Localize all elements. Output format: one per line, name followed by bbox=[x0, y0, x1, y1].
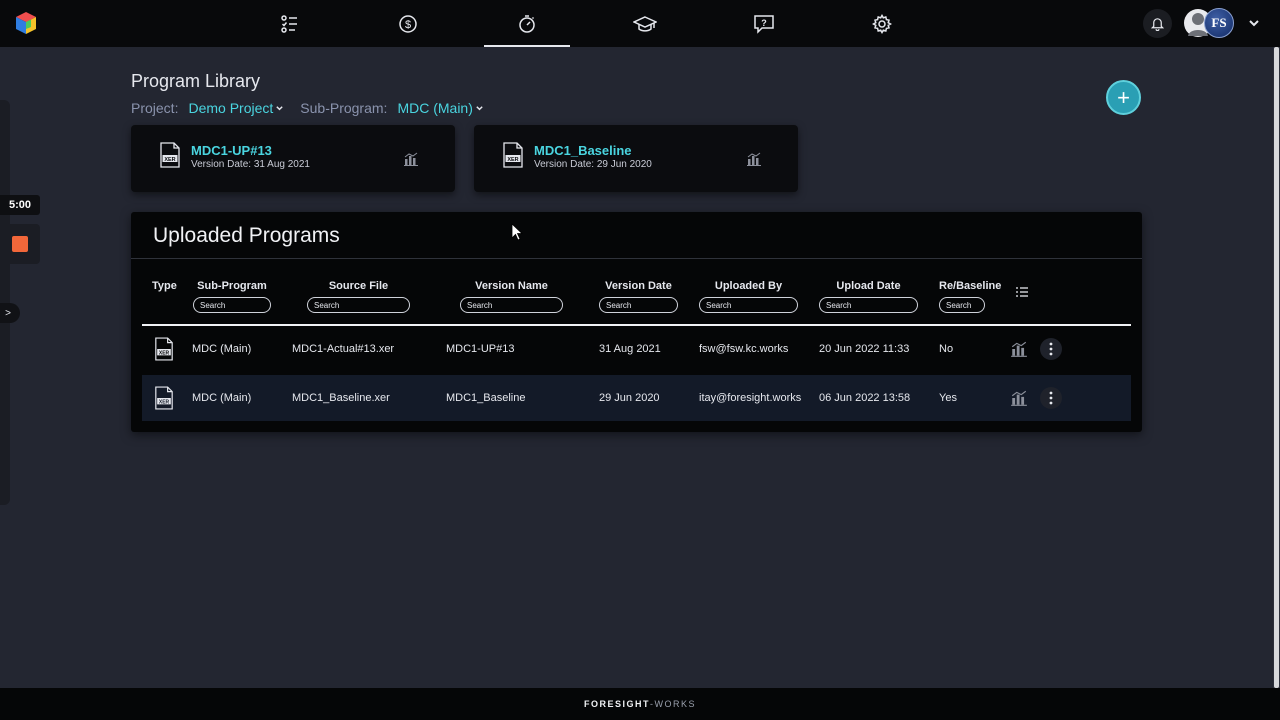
svg-text:?: ? bbox=[761, 18, 767, 28]
timer-readout: 5:00 bbox=[0, 195, 40, 215]
card-title[interactable]: MDC1-UP#13 bbox=[191, 143, 272, 158]
cell-source-file: MDC1-Actual#13.xer bbox=[292, 343, 395, 355]
version-date-search-input[interactable] bbox=[599, 297, 678, 313]
card-title[interactable]: MDC1_Baseline bbox=[534, 143, 632, 158]
svg-text:XER: XER bbox=[164, 157, 175, 163]
row-more-options-button[interactable] bbox=[1040, 387, 1062, 409]
divider bbox=[131, 258, 1142, 259]
uploaded-programs-panel: Uploaded Programs Type Sub-Program Sourc… bbox=[131, 212, 1142, 432]
top-navbar: $ ? FS bbox=[0, 0, 1280, 47]
xer-file-icon: XER bbox=[503, 142, 523, 168]
nav-graduation-cap-icon[interactable] bbox=[602, 0, 688, 47]
table-row[interactable]: XER MDC (Main) MDC1-Actual#13.xer MDC1-U… bbox=[142, 326, 1131, 372]
stop-icon bbox=[12, 236, 28, 252]
svg-text:XER: XER bbox=[159, 399, 170, 405]
account-menu-chevron-icon[interactable] bbox=[1247, 16, 1261, 30]
expand-panel-button[interactable]: > bbox=[0, 303, 20, 323]
cell-source-file: MDC1_Baseline.xer bbox=[292, 392, 390, 404]
subprogram-dropdown[interactable]: MDC (Main) bbox=[397, 100, 483, 116]
scrollbar-thumb[interactable] bbox=[1274, 47, 1279, 688]
column-header-version-date[interactable]: Version Date bbox=[599, 280, 678, 292]
nav-gear-icon[interactable] bbox=[839, 0, 925, 47]
row-more-options-button[interactable] bbox=[1040, 338, 1062, 360]
nav-checklist-icon[interactable] bbox=[247, 0, 333, 47]
card-version-date: Version Date: 31 Aug 2021 bbox=[191, 159, 310, 170]
nav-dollar-icon[interactable]: $ bbox=[365, 0, 451, 47]
column-header-type[interactable]: Type bbox=[152, 280, 177, 292]
version-card[interactable]: XER MDC1_Baseline Version Date: 29 Jun 2… bbox=[474, 125, 798, 192]
notifications-bell-icon[interactable] bbox=[1143, 9, 1172, 38]
column-header-uploaded-by[interactable]: Uploaded By bbox=[699, 280, 798, 292]
subprogram-label: Sub-Program: bbox=[300, 100, 388, 116]
column-header-upload-date[interactable]: Upload Date bbox=[819, 280, 918, 292]
nav-stopwatch-icon[interactable] bbox=[484, 0, 570, 47]
project-label: Project: bbox=[131, 100, 179, 116]
vertical-ellipsis-icon bbox=[1049, 342, 1053, 356]
nav-help-chat-icon[interactable]: ? bbox=[721, 0, 807, 47]
table-row[interactable]: XER MDC (Main) MDC1_Baseline.xer MDC1_Ba… bbox=[142, 375, 1131, 421]
cell-version-date: 29 Jun 2020 bbox=[599, 392, 660, 404]
project-value: Demo Project bbox=[188, 100, 274, 116]
upload-date-search-input[interactable] bbox=[819, 297, 918, 313]
subprogram-search-input[interactable] bbox=[193, 297, 271, 313]
column-header-subprogram[interactable]: Sub-Program bbox=[193, 280, 271, 292]
column-settings-icon[interactable] bbox=[1015, 285, 1029, 299]
cell-upload-date: 20 Jun 2022 11:33 bbox=[819, 343, 910, 355]
cell-uploaded-by: itay@foresight.works bbox=[699, 392, 802, 404]
xer-file-icon: XER bbox=[160, 142, 180, 168]
chevron-down-icon bbox=[476, 105, 483, 110]
cell-upload-date: 06 Jun 2022 13:58 bbox=[819, 392, 911, 404]
page-title: Program Library bbox=[131, 71, 261, 91]
version-card[interactable]: XER MDC1-UP#13 Version Date: 31 Aug 2021 bbox=[131, 125, 455, 192]
cell-version-name: MDC1-UP#13 bbox=[446, 343, 515, 355]
xer-file-icon: XER bbox=[155, 386, 173, 410]
bar-chart-icon[interactable] bbox=[746, 151, 762, 167]
user-avatar-group[interactable]: FS bbox=[1183, 8, 1235, 39]
program-selectors: Project: Demo Project Sub-Program: MDC (… bbox=[131, 100, 484, 116]
bar-chart-icon[interactable] bbox=[403, 151, 419, 167]
footer: FORESIGHT -WORKS bbox=[0, 688, 1280, 720]
footer-brand-light: -WORKS bbox=[650, 699, 696, 709]
chevron-down-icon bbox=[276, 105, 283, 110]
cell-version-date: 31 Aug 2021 bbox=[599, 343, 661, 355]
stop-recording-button[interactable] bbox=[0, 224, 40, 264]
card-version-date: Version Date: 29 Jun 2020 bbox=[534, 159, 652, 170]
footer-brand-bold: FORESIGHT bbox=[583, 699, 650, 709]
bar-chart-icon[interactable] bbox=[1010, 340, 1028, 358]
mouse-pointer-icon bbox=[511, 223, 523, 241]
cell-subprogram: MDC (Main) bbox=[192, 392, 252, 404]
column-header-rebaseline[interactable]: Re/Baseline bbox=[939, 280, 1001, 292]
column-header-version-name[interactable]: Version Name bbox=[460, 280, 563, 292]
cell-subprogram: MDC (Main) bbox=[192, 343, 252, 355]
subprogram-value: MDC (Main) bbox=[397, 100, 473, 116]
source-file-search-input[interactable] bbox=[307, 297, 410, 313]
xer-file-icon: XER bbox=[155, 337, 173, 361]
svg-text:XER: XER bbox=[159, 350, 170, 356]
app-logo-icon[interactable] bbox=[14, 11, 38, 35]
add-program-button[interactable]: + bbox=[1106, 80, 1141, 115]
uploaded-by-search-input[interactable] bbox=[699, 297, 798, 313]
vertical-ellipsis-icon bbox=[1049, 391, 1053, 405]
rebaseline-search-input[interactable] bbox=[939, 297, 985, 313]
cell-uploaded-by: fsw@fsw.kc.works bbox=[699, 343, 789, 355]
bar-chart-icon[interactable] bbox=[1010, 389, 1028, 407]
cell-rebaseline: No bbox=[939, 343, 954, 355]
panel-title: Uploaded Programs bbox=[153, 224, 340, 247]
svg-text:$: $ bbox=[405, 19, 411, 31]
project-dropdown[interactable]: Demo Project bbox=[188, 100, 284, 116]
svg-text:XER: XER bbox=[507, 157, 518, 163]
version-name-search-input[interactable] bbox=[460, 297, 563, 313]
column-header-source-file[interactable]: Source File bbox=[307, 280, 410, 292]
cell-rebaseline: Yes bbox=[939, 392, 957, 404]
avatar[interactable]: FS bbox=[1204, 8, 1234, 38]
cell-version-name: MDC1_Baseline bbox=[446, 392, 526, 404]
